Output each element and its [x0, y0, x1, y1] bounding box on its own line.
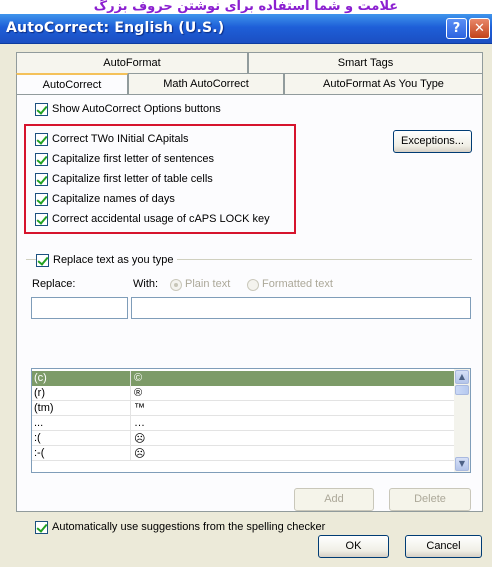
cap-sentences-label: Capitalize first letter of sentences: [52, 153, 215, 165]
spelling-suggestions-row[interactable]: Automatically use suggestions from the s…: [35, 519, 325, 535]
delete-button[interactable]: Delete: [389, 488, 471, 511]
entry-from: :-(: [34, 447, 45, 459]
window-title: AutoCorrect: English (U.S.): [6, 20, 225, 36]
title-bar: AutoCorrect: English (U.S.) ? ✕: [0, 14, 492, 44]
caps-lock-checkbox[interactable]: [35, 212, 48, 226]
plain-text-label: Plain text: [185, 278, 231, 290]
entry-from: ...: [34, 417, 44, 429]
tab-math-autocorrect[interactable]: Math AutoCorrect: [128, 73, 284, 94]
show-options-row[interactable]: Show AutoCorrect Options buttons: [35, 101, 221, 117]
exceptions-button[interactable]: Exceptions...: [393, 130, 472, 153]
entry-from: :(: [34, 432, 41, 444]
column-divider: [130, 386, 131, 401]
cap-table-row[interactable]: Capitalize first letter of table cells: [35, 171, 213, 187]
entry-to: ☹: [134, 448, 146, 460]
replace-label: Replace:: [32, 278, 76, 290]
replace-text-row[interactable]: Replace text as you type: [36, 252, 178, 268]
entry-to: ☹: [134, 433, 146, 445]
entry-to: ™: [134, 402, 145, 414]
two-initial-label: Correct TWo INitial CApitals: [52, 133, 189, 145]
close-button[interactable]: ✕: [469, 18, 490, 39]
scroll-down-icon[interactable]: ▼: [455, 457, 469, 471]
column-divider: [130, 446, 131, 461]
list-item[interactable]: (c) ©: [32, 371, 455, 386]
list-item[interactable]: :-( ☹: [32, 446, 455, 461]
with-label: With:: [133, 278, 159, 290]
with-input[interactable]: [131, 297, 471, 319]
cap-days-checkbox[interactable]: [35, 192, 48, 206]
entry-to: …: [134, 417, 145, 429]
tab-row-1: AutoFormat Smart Tags: [16, 52, 483, 73]
replace-input[interactable]: [31, 297, 128, 319]
caps-lock-row[interactable]: Correct accidental usage of cAPS LOCK ke…: [35, 211, 270, 227]
caption-banner: علامت و شما استفاده برای نوشتن حروف بزرگ: [0, 0, 492, 14]
tab-autocorrect[interactable]: AutoCorrect: [16, 73, 128, 94]
entry-from: (r): [34, 387, 45, 399]
two-initial-row[interactable]: Correct TWo INitial CApitals: [35, 131, 189, 147]
column-divider: [130, 401, 131, 416]
cap-sentences-row[interactable]: Capitalize first letter of sentences: [35, 151, 214, 167]
column-divider: [130, 416, 131, 431]
entry-to: ®: [134, 387, 143, 399]
help-button[interactable]: ?: [446, 18, 467, 39]
formatted-text-radio[interactable]: [247, 279, 259, 291]
add-button[interactable]: Add: [294, 488, 374, 511]
tab-autoformat[interactable]: AutoFormat: [16, 52, 248, 73]
list-item[interactable]: :( ☹: [32, 431, 455, 446]
tab-smart-tags[interactable]: Smart Tags: [248, 52, 483, 73]
tab-autoformat-as-you-type[interactable]: AutoFormat As You Type: [284, 73, 483, 94]
scroll-thumb[interactable]: [455, 385, 469, 395]
column-divider: [130, 431, 131, 446]
cap-table-checkbox[interactable]: [35, 172, 48, 186]
ok-button[interactable]: OK: [318, 535, 389, 558]
scroll-up-icon[interactable]: ▲: [455, 370, 469, 384]
list-item[interactable]: (tm) ™: [32, 401, 455, 416]
cap-table-label: Capitalize first letter of table cells: [52, 173, 213, 185]
cap-days-label: Capitalize names of days: [52, 193, 175, 205]
caps-lock-label: Correct accidental usage of cAPS LOCK ke…: [52, 213, 270, 225]
entry-from: (tm): [34, 402, 54, 414]
list-item[interactable]: ... …: [32, 416, 455, 431]
plain-text-radio[interactable]: [170, 279, 182, 291]
show-options-label: Show AutoCorrect Options buttons: [52, 103, 221, 115]
replacement-list[interactable]: :-( ☹ :( ☹... … (tm) ™ (r) ® (c) © ▲ ▼: [31, 368, 471, 473]
show-options-checkbox[interactable]: [35, 102, 48, 116]
cap-days-row[interactable]: Capitalize names of days: [35, 191, 175, 207]
entry-to: ©: [134, 372, 143, 384]
spelling-suggestions-checkbox[interactable]: [35, 520, 48, 534]
cancel-button[interactable]: Cancel: [405, 535, 482, 558]
entry-from: (c): [34, 372, 47, 384]
cap-sentences-checkbox[interactable]: [35, 152, 48, 166]
two-initial-checkbox[interactable]: [35, 132, 48, 146]
tab-row-2: AutoCorrect Math AutoCorrect AutoFormat …: [16, 73, 483, 94]
list-scrollbar[interactable]: ▲ ▼: [454, 369, 470, 472]
spelling-suggestions-label: Automatically use suggestions from the s…: [52, 521, 326, 533]
replace-text-checkbox[interactable]: [36, 253, 49, 267]
column-divider: [130, 371, 131, 386]
formatted-text-label: Formatted text: [262, 278, 333, 290]
list-item[interactable]: (r) ®: [32, 386, 455, 401]
replace-text-label: Replace text as you type: [53, 254, 174, 266]
